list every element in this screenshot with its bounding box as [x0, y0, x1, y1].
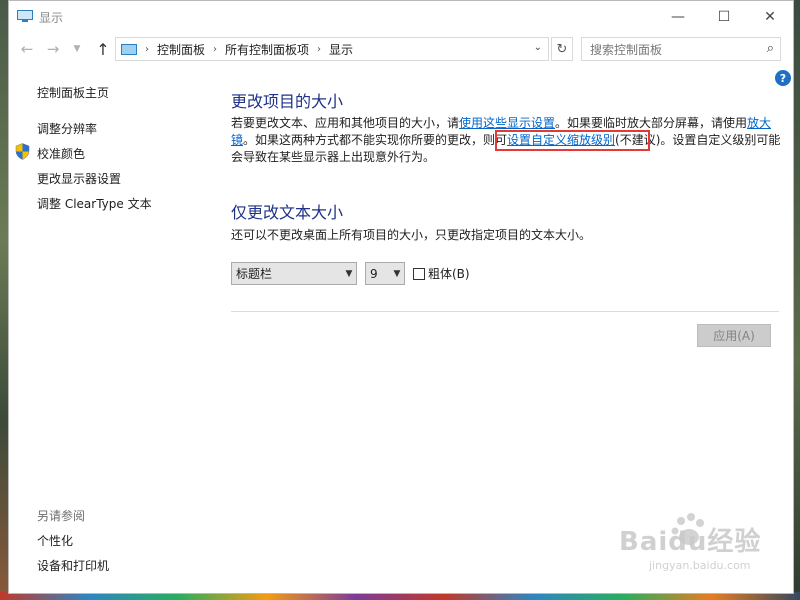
chevron-right-icon: ›	[145, 43, 149, 55]
question-icon: ?	[779, 71, 787, 85]
sidebar-item-calibrate-color[interactable]: 校准颜色	[37, 145, 85, 162]
minimize-button[interactable]: —	[655, 1, 701, 32]
divider	[231, 311, 779, 312]
see-also-heading: 另请参阅	[37, 509, 86, 523]
maximize-icon: ☐	[717, 8, 731, 25]
highlight-annotation	[495, 130, 650, 151]
sidebar-item-cleartype[interactable]: 调整 ClearType 文本	[37, 195, 152, 212]
search-icon[interactable]: ⌕	[767, 41, 774, 56]
sidebar-item-monitor-settings[interactable]: 更改显示器设置	[37, 170, 121, 187]
maximize-button[interactable]: ☐	[701, 1, 747, 32]
heading-change-size: 更改项目的大小	[231, 92, 344, 111]
refresh-button[interactable]: ↻	[551, 37, 573, 61]
sidebar-item-resolution[interactable]: 调整分辨率	[37, 120, 97, 137]
arrow-right-icon: →	[46, 40, 60, 58]
font-size-value: 9	[370, 266, 378, 281]
chevron-down-icon: ▼	[345, 268, 353, 279]
text-size-description: 还可以不更改桌面上所有项目的大小，只更改指定项目的文本大小。	[231, 228, 592, 242]
window-title: 显示	[39, 11, 64, 25]
item-select[interactable]: 标题栏 ▼	[231, 262, 357, 285]
refresh-icon: ↻	[556, 41, 568, 57]
minimize-icon: —	[671, 8, 685, 25]
para-text-2: 。如果要临时放大部分屏幕，请使用	[555, 116, 748, 130]
chevron-down-icon[interactable]: ⌄	[534, 42, 542, 53]
search-box[interactable]: ⌕	[581, 37, 781, 61]
monitor-icon	[17, 10, 33, 22]
title-bar: 显示 — ☐ ✕	[9, 1, 793, 32]
control-panel-icon	[121, 43, 137, 55]
heading-text-size: 仅更改文本大小	[231, 203, 344, 222]
address-bar[interactable]: › 控制面板 › 所有控制面板项 › 显示 ⌄	[115, 37, 549, 61]
watermark-url: jingyan.baidu.com	[649, 559, 751, 572]
apply-button[interactable]: 应用(A)	[697, 324, 771, 347]
breadcrumb-all-items[interactable]: 所有控制面板项	[225, 41, 309, 58]
see-also-personalization[interactable]: 个性化	[37, 532, 73, 549]
arrow-left-icon: ←	[20, 40, 34, 58]
chevron-down-icon: ▼	[393, 268, 401, 279]
help-button[interactable]: ?	[775, 70, 791, 86]
up-button[interactable]: ↑	[93, 39, 113, 59]
breadcrumb-display[interactable]: 显示	[329, 41, 353, 58]
close-button[interactable]: ✕	[747, 1, 793, 32]
item-select-value: 标题栏	[236, 267, 273, 281]
bold-checkbox[interactable]: 粗体(B)	[413, 265, 470, 282]
forward-button[interactable]: →	[43, 39, 63, 59]
see-also-devices-printers[interactable]: 设备和打印机	[37, 557, 109, 574]
back-button[interactable]: ←	[17, 39, 37, 59]
arrow-up-icon: ↑	[96, 39, 110, 59]
watermark-brand: Baidu经验	[619, 527, 762, 557]
chevron-right-icon: ›	[317, 43, 322, 55]
sidebar-home-link[interactable]: 控制面板主页	[37, 84, 109, 101]
chevron-down-icon: ▼	[73, 44, 81, 54]
recent-locations-button[interactable]: ▼	[67, 39, 87, 59]
chevron-right-icon: ›	[213, 43, 218, 55]
control-panel-window: 显示 — ☐ ✕ ← → ▼ ↑ › 控制面板 › 所有控制面板项 › 显示 ⌄…	[8, 0, 794, 594]
para-text-1: 若要更改文本、应用和其他项目的大小，请	[231, 116, 460, 130]
search-input[interactable]	[588, 41, 752, 59]
navigation-bar: ← → ▼ ↑ › 控制面板 › 所有控制面板项 › 显示 ⌄ ↻ ⌕	[9, 33, 793, 65]
shield-icon	[15, 143, 30, 160]
bold-label: 粗体(B)	[428, 267, 470, 281]
display-settings-link[interactable]: 使用这些显示设置	[459, 116, 555, 130]
para-text-3: 。如果这两种方式都不能实现你所要的更改，则可	[243, 133, 508, 147]
checkbox-box[interactable]	[413, 267, 425, 280]
breadcrumb-control-panel[interactable]: 控制面板	[157, 41, 205, 58]
font-size-select[interactable]: 9 ▼	[365, 262, 405, 285]
close-icon: ✕	[764, 8, 776, 25]
